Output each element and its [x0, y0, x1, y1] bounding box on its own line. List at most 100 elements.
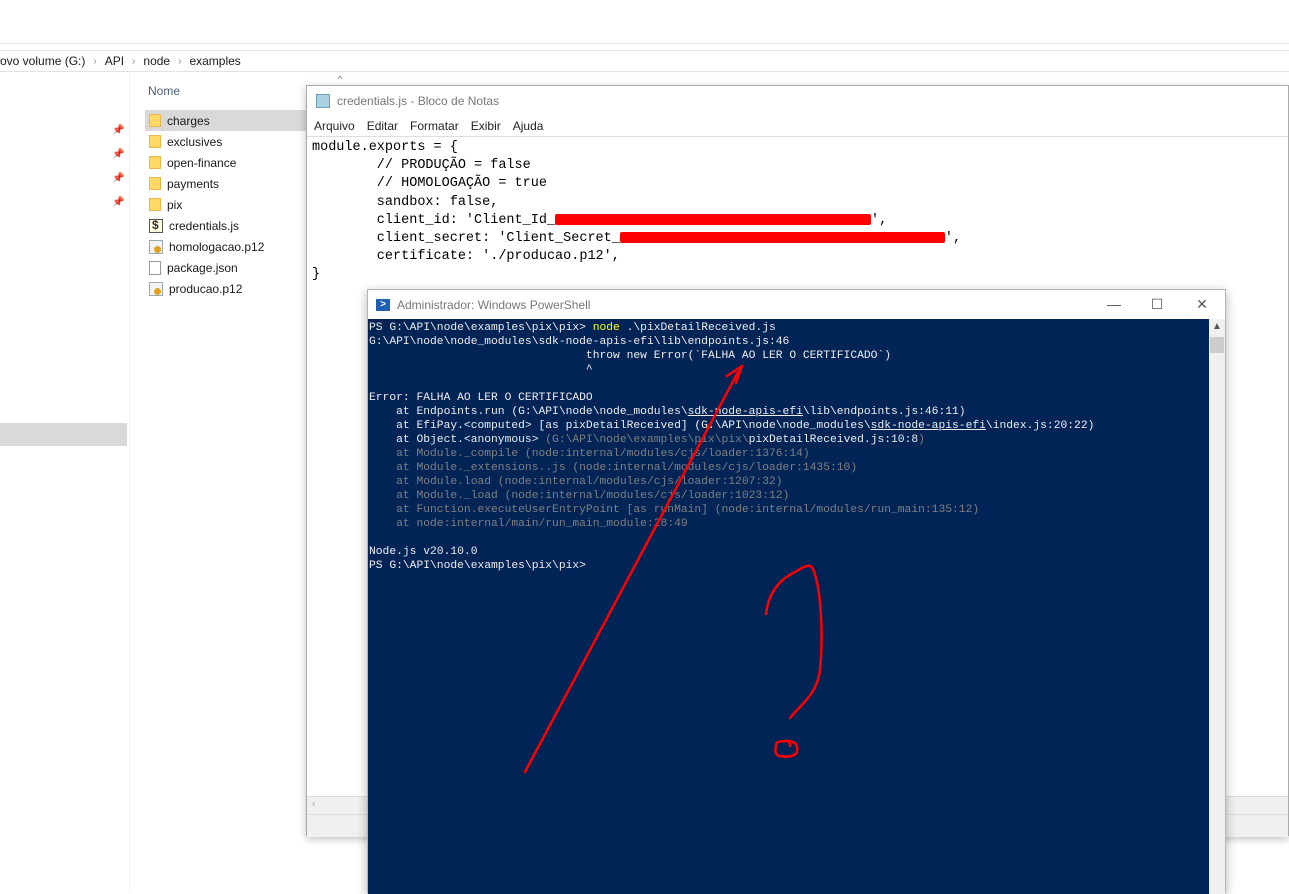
- stack-text: ): [918, 434, 925, 446]
- command-text: node: [592, 322, 620, 334]
- stack-text: pixDetailReceived.js:10:8: [748, 434, 919, 446]
- file-name: open-finance: [167, 155, 237, 170]
- folder-icon: [149, 177, 161, 190]
- code-line: certificate: './producao.p12',: [312, 249, 620, 265]
- code-text: ',: [944, 231, 962, 247]
- file-item-charges[interactable]: charges: [145, 110, 310, 131]
- console-line: at Endpoints.run (G:\API\node\node_modul…: [369, 405, 1209, 419]
- menu-arquivo[interactable]: Arquivo: [314, 119, 355, 133]
- stack-text: \lib\endpoints.js:46:11): [802, 406, 966, 418]
- file-name: homologacao.p12: [169, 239, 265, 254]
- file-list: charges exclusives open-finance payments…: [145, 110, 310, 299]
- stack-text: at Object.<anonymous>: [369, 434, 546, 446]
- code-line: module.exports = {: [312, 140, 458, 155]
- prompt-text: PS G:\API\node\examples\pix\pix>: [369, 322, 593, 334]
- certificate-icon: [149, 239, 163, 254]
- file-name: package.json: [167, 260, 238, 275]
- pin-icon[interactable]: 📌: [112, 149, 124, 161]
- file-name: pix: [167, 197, 183, 212]
- console-line: Node.js v20.10.0: [369, 546, 478, 558]
- chevron-left-icon[interactable]: ‹: [312, 798, 316, 810]
- stack-text: \index.js:20:22): [985, 420, 1095, 432]
- console-line: at Module.load (node:internal/modules/cj…: [369, 476, 783, 488]
- code-line: client_secret: 'Client_Secret_ ',: [312, 230, 1283, 248]
- file-name: exclusives: [167, 134, 223, 149]
- code-text: ',: [871, 212, 888, 228]
- console-line: at Object.<anonymous> (G:\API\node\examp…: [369, 433, 1209, 447]
- console-line: at Function.executeUserEntryPoint [as ru…: [369, 504, 980, 516]
- column-header-name[interactable]: Nome: [148, 84, 180, 98]
- file-item-credentials-js[interactable]: credentials.js: [145, 215, 310, 236]
- stack-text: at EfiPay.<computed> [as pixDetailReceiv…: [369, 420, 871, 432]
- powershell-window[interactable]: > Administrador: Windows PowerShell — ☐ …: [367, 289, 1226, 894]
- maximize-button[interactable]: ☐: [1142, 294, 1172, 314]
- code-line: // HOMOLOGAÇÃO = true: [312, 176, 547, 192]
- minimize-button[interactable]: —: [1099, 294, 1129, 314]
- console-line: PS G:\API\node\examples\pix\pix> node .\…: [369, 321, 1209, 335]
- sort-ascending-icon[interactable]: ^: [338, 74, 342, 84]
- document-icon: [149, 260, 161, 275]
- console-line: throw new Error(`FALHA AO LER O CERTIFIC…: [369, 350, 892, 362]
- ribbon-divider: [0, 43, 1289, 44]
- breadcrumb-item-api[interactable]: API: [105, 54, 124, 68]
- breadcrumb[interactable]: ovo volume (G:) › API › node › examples: [0, 51, 1289, 72]
- menu-exibir[interactable]: Exibir: [471, 119, 501, 133]
- menu-formatar[interactable]: Formatar: [410, 119, 459, 133]
- menu-ajuda[interactable]: Ajuda: [513, 119, 544, 133]
- chevron-right-icon[interactable]: ›: [93, 56, 96, 67]
- chevron-right-icon[interactable]: ›: [132, 56, 135, 67]
- file-item-homologacao-p12[interactable]: homologacao.p12: [145, 236, 310, 257]
- scrollbar-thumb[interactable]: [1210, 337, 1224, 353]
- js-file-icon: [149, 218, 163, 233]
- powershell-console[interactable]: PS G:\API\node\examples\pix\pix> node .\…: [368, 319, 1209, 894]
- console-line: at node:internal/main/run_main_module:28…: [369, 518, 688, 530]
- vertical-scrollbar[interactable]: ▲: [1209, 319, 1225, 894]
- code-line: // PRODUÇÃO = false: [312, 158, 531, 174]
- file-name: payments: [167, 176, 220, 191]
- folder-icon: [149, 198, 161, 211]
- file-item-producao-p12[interactable]: producao.p12: [145, 278, 310, 299]
- redaction-mark: [619, 231, 945, 243]
- chevron-right-icon[interactable]: ›: [178, 56, 181, 67]
- stack-link: sdk-node-apis-efi: [687, 406, 803, 418]
- redaction-mark: [555, 213, 872, 225]
- chevron-up-icon[interactable]: ▲: [1212, 321, 1222, 332]
- stack-text: (G:\API\node\examples\pix\pix\: [545, 434, 749, 446]
- console-line: at Module._compile (node:internal/module…: [369, 448, 810, 460]
- menu-editar[interactable]: Editar: [367, 119, 398, 133]
- code-line: }: [312, 267, 321, 283]
- notepad-icon: [316, 94, 330, 108]
- console-line: at Module._load (node:internal/modules/c…: [369, 490, 790, 502]
- file-name: producao.p12: [169, 281, 243, 296]
- pin-icon[interactable]: 📌: [112, 197, 124, 209]
- code-line: sandbox: false,: [312, 194, 499, 210]
- file-item-pix[interactable]: pix: [145, 194, 310, 215]
- pin-icon[interactable]: 📌: [112, 173, 124, 185]
- certificate-icon: [149, 281, 163, 296]
- file-item-payments[interactable]: payments: [145, 173, 310, 194]
- notepad-menubar: Arquivo Editar Formatar Exibir Ajuda: [307, 116, 1288, 136]
- pin-icon[interactable]: 📌: [112, 125, 124, 137]
- file-item-open-finance[interactable]: open-finance: [145, 152, 310, 173]
- file-name: charges: [167, 113, 210, 128]
- powershell-titlebar[interactable]: > Administrador: Windows PowerShell — ☐ …: [368, 290, 1225, 319]
- code-line: client_id: 'Client_Id_ ',: [312, 212, 1283, 230]
- breadcrumb-item-node[interactable]: node: [143, 54, 170, 68]
- navigation-pane-divider[interactable]: [129, 72, 130, 893]
- file-item-package-json[interactable]: package.json: [145, 257, 310, 278]
- navigation-pane-selected-item[interactable]: [0, 423, 127, 446]
- close-button[interactable]: ✕: [1187, 294, 1217, 314]
- console-line: at EfiPay.<computed> [as pixDetailReceiv…: [369, 419, 1209, 433]
- breadcrumb-item-examples[interactable]: examples: [189, 54, 240, 68]
- powershell-icon: >: [376, 298, 390, 311]
- notepad-titlebar[interactable]: credentials.js - Bloco de Notas: [307, 86, 1288, 116]
- console-line: PS G:\API\node\examples\pix\pix>: [369, 560, 586, 572]
- console-line: at Module._extensions..js (node:internal…: [369, 462, 858, 474]
- stack-link: sdk-node-apis-efi: [870, 420, 986, 432]
- folder-icon: [149, 114, 161, 127]
- breadcrumb-item-drive[interactable]: ovo volume (G:): [0, 54, 85, 68]
- file-item-exclusives[interactable]: exclusives: [145, 131, 310, 152]
- notepad-title: credentials.js - Bloco de Notas: [337, 94, 500, 108]
